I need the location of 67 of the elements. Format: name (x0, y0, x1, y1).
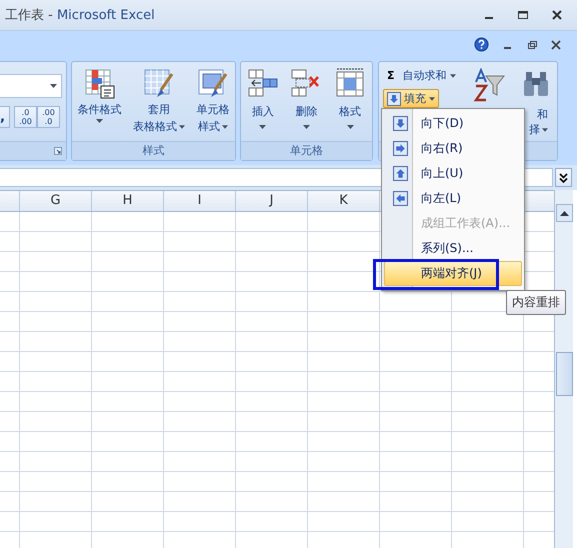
caret-icon (450, 74, 456, 78)
ribbon-button[interactable]: 插入 (246, 66, 279, 141)
caret-icon (259, 125, 266, 129)
caret-icon (542, 128, 548, 132)
scroll-thumb[interactable] (556, 352, 572, 396)
comma-style-button[interactable]: , (0, 106, 10, 128)
column-header[interactable]: I (164, 191, 236, 211)
ribbon-button[interactable]: 删除 (290, 66, 322, 141)
menu-item[interactable]: 向下(D) (384, 111, 522, 136)
increase-decimal-button[interactable]: .0 .00 (14, 106, 37, 128)
table-brush-icon (142, 68, 175, 100)
arrow-up-icon (560, 210, 568, 216)
menu-item[interactable]: 向右(R) (384, 136, 522, 161)
ribbon-button[interactable]: 格式 (334, 66, 366, 141)
column-header[interactable]: G (20, 191, 92, 211)
tooltip: 内容重排 (506, 290, 566, 315)
caret-icon (429, 96, 435, 100)
conditional-format-icon (84, 68, 116, 100)
menu-item[interactable]: 向上(U) (384, 161, 522, 186)
column-header[interactable]: H (92, 191, 164, 211)
restore-icon[interactable] (527, 40, 537, 50)
menu-item[interactable]: 向左(L) (384, 186, 522, 211)
sort-filter-icon[interactable] (473, 68, 505, 102)
dialog-launcher-icon[interactable] (54, 147, 62, 155)
button-label: 样式 (198, 119, 220, 134)
insert-cells-icon (246, 68, 279, 98)
button-label: 条件格式 (78, 102, 122, 117)
autosum-button[interactable]: Σ 自动求和 (383, 66, 471, 85)
column-header[interactable]: J (236, 191, 308, 211)
button-label: 插入 (252, 104, 274, 119)
help-icon[interactable] (474, 37, 489, 52)
ribbon-button[interactable]: 条件格式 (78, 66, 122, 141)
cell-brush-icon (196, 68, 229, 100)
button-label: 择 (529, 122, 540, 137)
format-cells-icon (334, 68, 366, 98)
button-label: 单元格 (196, 102, 230, 117)
caret-icon (178, 124, 185, 128)
menu-item[interactable]: 两端对齐(J) (384, 261, 522, 286)
group-label: 样式 (72, 141, 235, 160)
expand-formula-button[interactable] (555, 168, 572, 187)
caret-icon (346, 125, 354, 129)
arrow-down-icon (387, 92, 401, 106)
caret-icon (50, 84, 57, 88)
caret-icon (302, 125, 310, 129)
decrease-decimal-button[interactable]: .00 .0 (37, 106, 60, 128)
column-header[interactable]: K (308, 191, 380, 211)
arrow-icon (392, 166, 408, 181)
window-title: 工作表 - Microsoft Excel (5, 7, 155, 24)
fill-button[interactable]: 填充 (383, 89, 439, 108)
arrow-icon (392, 141, 408, 156)
button-label: 和 (537, 107, 548, 122)
button-label: 表格格式 (132, 119, 177, 134)
button-label: 删除 (295, 104, 318, 119)
caret-icon (222, 124, 228, 128)
menu-item[interactable]: 系列(S)... (384, 236, 522, 261)
arrow-icon (392, 191, 408, 206)
double-chevron-icon (559, 172, 568, 182)
close-icon[interactable] (551, 9, 563, 21)
button-label: 套用 (148, 102, 170, 117)
ribbon-button[interactable]: 套用 表格格式 (132, 66, 185, 141)
ribbon-button[interactable]: 单元格 样式 (196, 66, 230, 141)
caret-icon (96, 119, 104, 123)
arrow-icon (392, 116, 408, 131)
group-label: 单元格 (241, 141, 372, 160)
button-label: 格式 (339, 104, 362, 119)
maximize-icon[interactable] (517, 9, 529, 21)
close-icon[interactable] (551, 40, 561, 50)
